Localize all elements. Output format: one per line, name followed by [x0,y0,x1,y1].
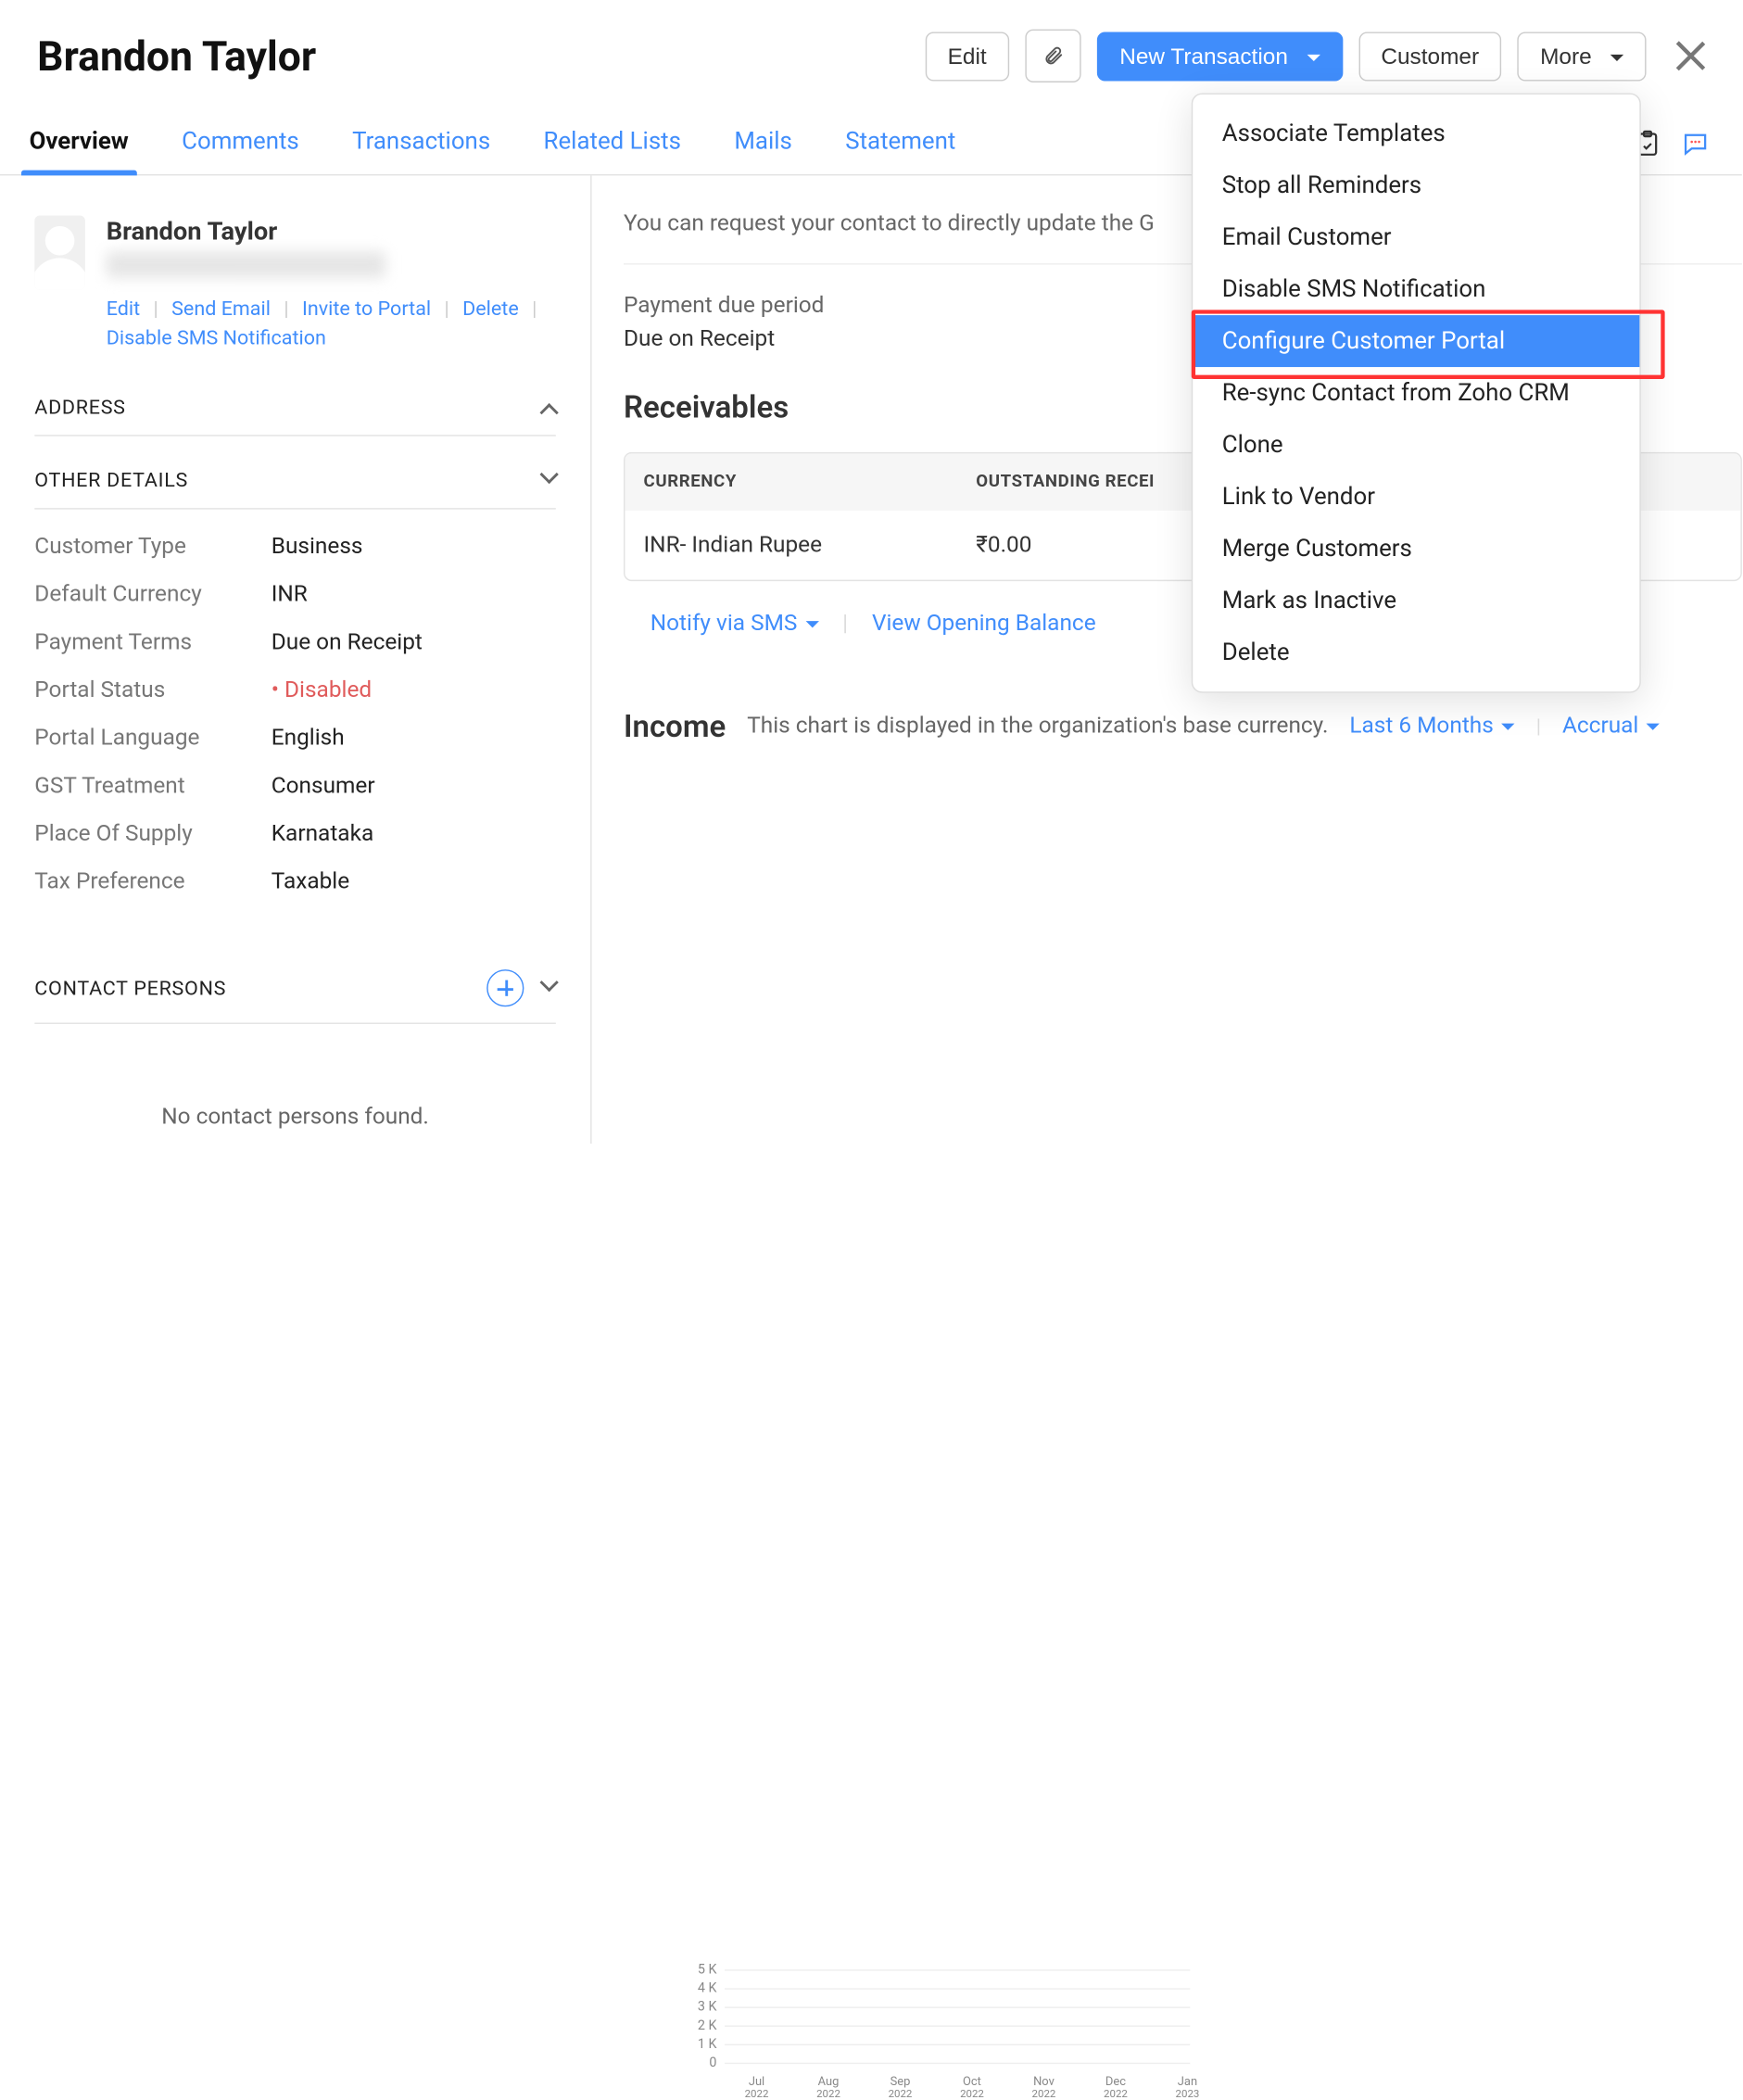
detail-label: Customer Type [34,533,271,560]
header-actions: Edit New Transaction Customer More [925,30,1704,82]
menu-item[interactable]: Associate Templates [1193,108,1639,159]
detail-label: Portal Language [34,725,271,752]
income-chart: 5 K4 K3 K2 K1 K0 Jul2022 Aug2022 Sep2022 Oc… [685,1960,1743,2100]
add-contact-person-button[interactable] [486,969,524,1006]
section-head-contact-persons[interactable]: CONTACT PERSONS [34,945,556,1024]
attachment-button[interactable] [1025,30,1080,82]
sidebar: Brandon Taylor Edit| Send Email| Invite … [0,175,592,1144]
chart-ytick: 2 K [685,2016,1743,2034]
income-range-dropdown[interactable]: Last 6 Months [1349,714,1514,740]
detail-row: Portal StatusDisabled [34,666,556,715]
detail-row: GST TreatmentConsumer [34,762,556,810]
chart-xtick: Aug2022 [804,2077,853,2099]
chevron-down-icon [540,973,559,992]
detail-value: INR [272,581,308,608]
menu-item[interactable]: Link to Vendor [1193,471,1639,523]
detail-label: Place Of Supply [34,820,271,847]
income-title: Income [624,709,726,745]
profile-send-email-link[interactable]: Send Email [171,297,271,321]
profile-name: Brandon Taylor [107,215,556,246]
view-opening-balance-link[interactable]: View Opening Balance [872,610,1096,637]
customer-button[interactable]: Customer [1358,32,1502,81]
detail-label: GST Treatment [34,773,271,800]
income-note: This chart is displayed in the organizat… [747,714,1328,740]
caret-down-icon [1638,714,1660,740]
menu-item[interactable]: Re-sync Contact from Zoho CRM [1193,367,1639,419]
detail-label: Payment Terms [34,629,271,656]
chart-xtick: Sep2022 [877,2077,925,2099]
edit-button[interactable]: Edit [925,32,1009,81]
tab-mails[interactable]: Mails [734,112,792,174]
detail-row: Payment TermsDue on Receipt [34,618,556,666]
detail-value: Taxable [272,868,349,895]
page-title: Brandon Taylor [37,32,316,81]
chart-ytick: 0 [685,2054,1743,2072]
profile-edit-link[interactable]: Edit [107,297,140,321]
detail-value: Consumer [272,773,375,800]
profile-email-blurred [107,251,385,278]
detail-label: Tax Preference [34,868,271,895]
caret-down-icon [1602,44,1623,67]
income-basis-dropdown[interactable]: Accrual [1562,714,1660,740]
chart-xtick: Jul2022 [733,2077,781,2099]
chart-xtick: Oct2022 [948,2077,996,2099]
detail-row: Customer TypeBusiness [34,523,556,571]
empty-contacts-message: No contact persons found. [34,1104,556,1131]
detail-row: Default CurrencyINR [34,571,556,619]
chart-ytick: 5 K [685,1960,1743,1979]
tab-transactions[interactable]: Transactions [352,112,490,174]
detail-value: Due on Receipt [272,629,423,656]
chat-icon[interactable] [1681,128,1711,158]
more-menu: Associate TemplatesStop all RemindersEma… [1192,93,1641,692]
menu-item[interactable]: Disable SMS Notification [1193,263,1639,315]
chart-ytick: 4 K [685,1979,1743,1997]
chart-xtick: Dec2022 [1092,2077,1140,2099]
new-transaction-button[interactable]: New Transaction [1097,32,1343,81]
tab-statement[interactable]: Statement [845,112,955,174]
menu-item[interactable]: Merge Customers [1193,523,1639,575]
chevron-down-icon [540,465,559,484]
caret-down-icon [797,610,818,637]
detail-value: Business [272,533,363,560]
chart-ytick: 3 K [685,1997,1743,2016]
detail-label: Default Currency [34,581,271,608]
payment-due-value: Due on Receipt [624,325,775,352]
chart-ytick: 1 K [685,2035,1743,2054]
avatar [34,215,84,289]
detail-value: English [272,725,345,752]
detail-label: Portal Status [34,677,271,703]
notify-via-sms-link[interactable]: Notify via SMS [650,610,819,637]
tab-overview[interactable]: Overview [30,112,129,174]
detail-row: Portal LanguageEnglish [34,715,556,763]
chart-xtick: Nov2022 [1020,2077,1068,2099]
caret-down-icon [1298,44,1320,67]
chevron-up-icon [540,403,559,422]
detail-row: Place Of SupplyKarnataka [34,810,556,858]
menu-item[interactable]: Email Customer [1193,211,1639,263]
caret-down-icon [1494,714,1515,740]
profile-disable-sms-link[interactable]: Disable SMS Notification [107,326,326,350]
menu-item[interactable]: Configure Customer Portal [1193,315,1639,367]
cell-currency: INR- Indian Rupee [625,511,957,580]
menu-item[interactable]: Clone [1193,419,1639,471]
section-head-other-details[interactable]: OTHER DETAILS [34,444,556,509]
payment-due-label: Payment due period [624,291,969,323]
menu-item[interactable]: Delete [1193,626,1639,678]
detail-value: Karnataka [272,820,373,847]
section-head-address[interactable]: ADDRESS [34,371,556,436]
th-currency: CURRENCY [625,453,957,511]
tab-related-lists[interactable]: Related Lists [544,112,681,174]
profile-invite-link[interactable]: Invite to Portal [302,297,431,321]
detail-row: Tax PreferenceTaxable [34,858,556,906]
paperclip-icon [1042,43,1064,70]
more-button[interactable]: More [1518,32,1647,81]
detail-value: Disabled [272,677,372,703]
close-icon[interactable] [1675,41,1705,70]
menu-item[interactable]: Mark as Inactive [1193,575,1639,626]
chart-xtick: Jan2023 [1164,2077,1212,2099]
profile-delete-link[interactable]: Delete [462,297,519,321]
menu-item[interactable]: Stop all Reminders [1193,159,1639,211]
tab-comments[interactable]: Comments [182,112,299,174]
